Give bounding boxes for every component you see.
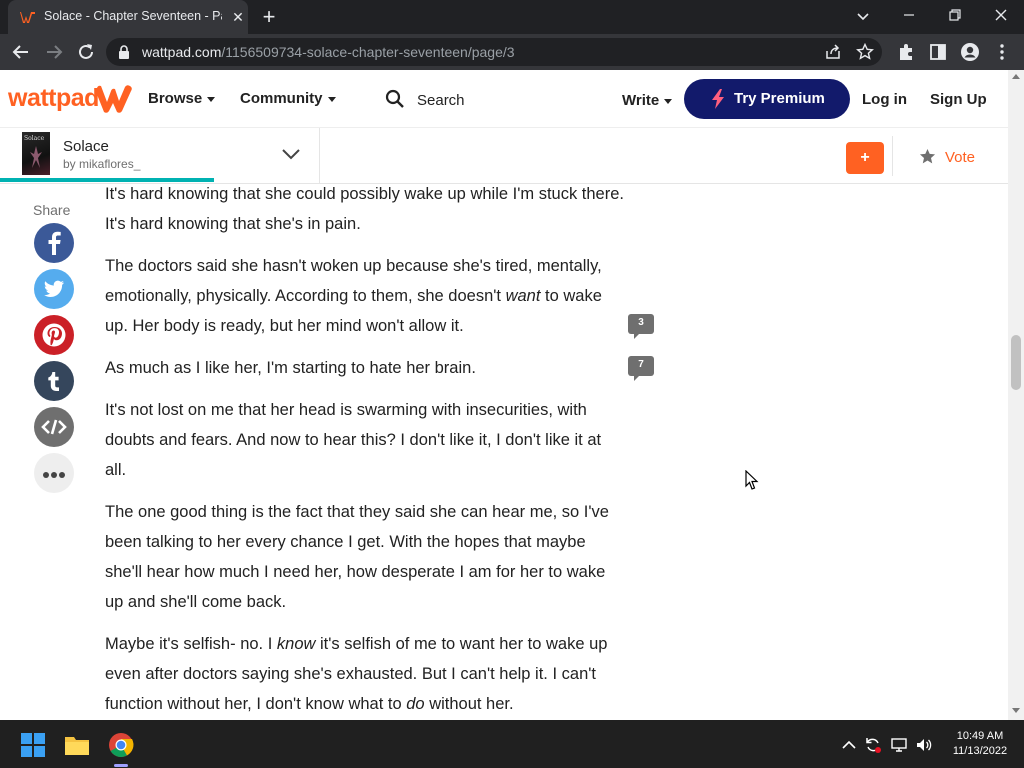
emphasis-text: want [505, 287, 541, 305]
forward-arrow-icon[interactable] [43, 41, 65, 63]
try-premium-button[interactable]: Try Premium [684, 79, 850, 119]
lightning-bolt-icon [712, 89, 724, 109]
story-title[interactable]: Solace [63, 138, 109, 155]
story-bar: Solace Solace by mikaflores_ + Vote [0, 128, 1008, 184]
back-arrow-icon[interactable] [10, 41, 32, 63]
paragraph-text: It's hard knowing that she could possibl… [105, 185, 624, 233]
paragraph-text: As much as I like her, I'm starting to h… [105, 359, 476, 377]
community-menu[interactable]: Community [240, 90, 336, 107]
try-premium-label: Try Premium [734, 90, 825, 107]
story-paragraph: It's hard knowing that she could possibl… [105, 179, 625, 239]
browser-tab[interactable]: Solace - Chapter Seventeen - Pag ✕ [8, 0, 248, 34]
divider [319, 128, 320, 184]
close-window-icon[interactable] [990, 6, 1012, 26]
side-panel-icon[interactable] [928, 42, 948, 62]
caret-down-icon [664, 98, 673, 104]
windows-taskbar: 10:49 AM 11/13/2022 [0, 720, 1024, 768]
cover-art-icon [30, 146, 42, 168]
tab-title: Solace - Chapter Seventeen - Pag [44, 9, 222, 23]
twitter-icon [44, 280, 64, 297]
paragraph-text: It's not lost on me that her head is swa… [105, 401, 602, 479]
scroll-down-arrow-icon[interactable] [1012, 708, 1020, 713]
caret-down-icon [327, 96, 336, 102]
facebook-icon [48, 231, 61, 255]
twitter-share-button[interactable] [34, 269, 74, 309]
share-page-icon[interactable] [824, 43, 842, 61]
facebook-share-button[interactable] [34, 223, 74, 263]
reload-icon[interactable] [75, 41, 97, 63]
chevron-down-icon[interactable] [281, 147, 301, 161]
embed-share-button[interactable] [34, 407, 74, 447]
lock-icon [119, 45, 129, 59]
pinterest-icon [42, 323, 66, 347]
tab-search-icon[interactable] [852, 6, 874, 26]
site-header: wattpad Browse Community Write Log in Si… [0, 70, 1008, 128]
browse-menu[interactable]: Browse [148, 90, 216, 107]
new-tab-button[interactable]: + [258, 6, 280, 28]
caret-down-icon [207, 96, 216, 102]
system-clock[interactable]: 10:49 AM 11/13/2022 [944, 729, 1016, 759]
mouse-cursor-icon [745, 470, 759, 490]
tumblr-icon [48, 372, 59, 391]
story-author[interactable]: by mikaflores_ [63, 157, 140, 171]
pinterest-share-button[interactable] [34, 315, 74, 355]
share-label: Share [33, 202, 71, 218]
story-cover[interactable]: Solace [22, 132, 50, 175]
restore-icon[interactable] [944, 6, 966, 26]
browser-tab-bar: Solace - Chapter Seventeen - Pag ✕ + [0, 0, 1024, 34]
story-paragraph: Maybe it's selfish- no. I know it's self… [105, 629, 625, 719]
add-to-library-button[interactable]: + [846, 142, 884, 174]
paragraph-text: without her. [424, 695, 514, 713]
inline-comment-button[interactable]: 3 [628, 314, 654, 339]
bookmark-star-icon[interactable] [856, 43, 874, 61]
wattpad-logo-icon[interactable] [96, 84, 134, 114]
vote-button[interactable]: Vote [945, 149, 975, 166]
write-menu[interactable]: Write [622, 92, 673, 109]
paragraph-text: The one good thing is the fact that they… [105, 503, 609, 611]
wattpad-favicon-icon [20, 12, 35, 23]
inline-comment-button[interactable]: 7 [628, 356, 654, 381]
story-paragraph: The doctors said she hasn't woken up bec… [105, 251, 625, 341]
url-text: wattpad.com/1156509734-solace-chapter-se… [142, 44, 515, 60]
search-label[interactable]: Search [417, 92, 465, 109]
emphasis-text: know [276, 635, 316, 653]
browser-toolbar: wattpad.com/1156509734-solace-chapter-se… [0, 34, 1024, 70]
code-embed-icon [41, 419, 67, 435]
chevron-up-icon[interactable] [840, 736, 858, 754]
windows-start-icon[interactable] [20, 732, 46, 758]
sync-icon[interactable] [864, 736, 882, 754]
close-tab-icon[interactable]: ✕ [230, 9, 246, 25]
paragraph-text: Maybe it's selfish- no. I [105, 635, 277, 653]
active-app-indicator [114, 764, 128, 767]
story-paragraph: It's not lost on me that her head is swa… [105, 395, 625, 485]
emphasis-text: do [406, 695, 425, 713]
story-paragraph: As much as I like her, I'm starting to h… [105, 353, 625, 383]
scroll-up-arrow-icon[interactable] [1012, 74, 1020, 79]
volume-icon[interactable] [915, 736, 933, 754]
story-text: It's hard knowing that she could possibl… [105, 179, 625, 731]
minimize-icon[interactable] [898, 6, 920, 26]
divider [892, 136, 893, 176]
browser-menu-icon[interactable] [992, 42, 1012, 62]
story-paragraph: The one good thing is the fact that they… [105, 497, 625, 617]
wattpad-logo[interactable]: wattpad [8, 84, 99, 113]
search-icon[interactable] [385, 89, 405, 109]
more-share-button[interactable] [34, 453, 74, 493]
login-link[interactable]: Log in [862, 91, 907, 108]
clock-date: 11/13/2022 [952, 745, 1008, 757]
star-icon[interactable] [919, 148, 936, 165]
clock-time: 10:49 AM [956, 730, 1004, 742]
scrollbar-thumb[interactable] [1011, 335, 1021, 390]
signup-link[interactable]: Sign Up [930, 91, 987, 108]
network-icon[interactable] [890, 736, 908, 754]
cover-title: Solace [24, 135, 45, 142]
address-bar[interactable]: wattpad.com/1156509734-solace-chapter-se… [106, 38, 882, 66]
chrome-icon[interactable] [108, 732, 134, 758]
more-dots-icon [43, 472, 65, 478]
page-scrollbar[interactable] [1008, 70, 1024, 720]
extensions-icon[interactable] [896, 42, 916, 62]
file-explorer-icon[interactable] [64, 732, 90, 758]
tumblr-share-button[interactable] [34, 361, 74, 401]
profile-avatar-icon[interactable] [960, 42, 980, 62]
